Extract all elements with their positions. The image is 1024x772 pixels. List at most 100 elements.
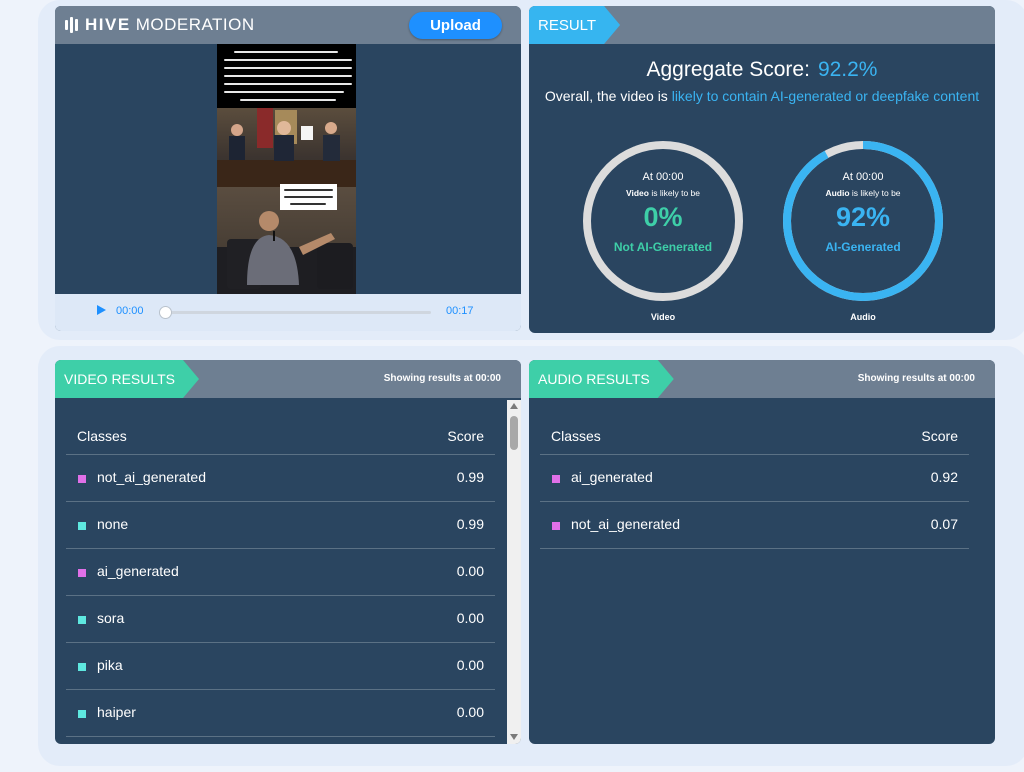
scroll-up-icon[interactable] — [510, 403, 518, 409]
video-showing-results: Showing results at 00:00 — [384, 373, 501, 384]
video-results-rows: not_ai_generated 0.99 none 0.99 ai_generated… — [66, 455, 495, 737]
class-color-swatch — [78, 663, 86, 671]
video-results-scrollbar[interactable] — [507, 400, 521, 744]
video-gauge-label: Not AI-Generated — [613, 240, 713, 254]
class-color-swatch — [78, 569, 86, 577]
audio-gauge-percent: 92% — [835, 202, 891, 232]
class-score: 0.99 — [456, 516, 484, 532]
col-score: Score — [921, 428, 958, 444]
result-tag: RESULT — [529, 6, 620, 44]
result-panel: RESULT Aggregate Score: 92.2% Overall, th… — [529, 6, 995, 333]
video-gauge-likely: is likely to be — [648, 188, 701, 198]
video-scene-meeting — [217, 108, 356, 187]
logo-text-bold: HIVE — [85, 15, 131, 34]
class-name: none — [97, 516, 129, 532]
class-name: not_ai_generated — [571, 516, 680, 532]
table-row: pika 0.00 — [66, 643, 495, 690]
audio-results-table-header: Classes Score — [540, 416, 969, 455]
audio-results-rows: ai_generated 0.92 not_ai_generated 0.07 — [540, 455, 969, 549]
duration: 00:17 — [446, 305, 474, 317]
video-caption-overlay — [280, 184, 337, 210]
video-results-table-header: Classes Score — [66, 416, 495, 455]
class-name: sora — [97, 610, 125, 626]
class-color-swatch — [552, 475, 560, 483]
class-name: not_ai_generated — [97, 469, 206, 485]
video-showing-time: 00:00 — [475, 373, 501, 384]
audio-gauge-subtitle: Audio is likely to be — [780, 188, 946, 198]
audio-gauge-caption: Audio — [850, 312, 876, 322]
logo-text-light: MODERATION — [135, 15, 255, 34]
audio-gauge-label: AI-Generated — [825, 240, 901, 254]
audio-showing-prefix: Showing results at — [857, 373, 950, 384]
class-name: ai_generated — [571, 469, 653, 485]
video-gauge-content: At 00:00 Video is likely to be 0% Not AI… — [580, 138, 746, 304]
seek-bar-handle[interactable] — [159, 306, 172, 319]
video-showing-prefix: Showing results at — [383, 373, 476, 384]
audio-results-header: AUDIO RESULTS Showing results at 00:00 — [529, 360, 995, 398]
video-caption-text-block — [220, 48, 353, 109]
video-results-panel: VIDEO RESULTS Showing results at 00:00 C… — [55, 360, 521, 744]
overall-prefix: Overall, the video is — [544, 88, 672, 104]
overall-summary: Overall, the video is likely to contain … — [539, 86, 985, 107]
col-classes: Classes — [551, 428, 601, 444]
audio-gauge-time: At 00:00 — [842, 171, 884, 183]
player-header: HIVE MODERATION Upload — [55, 6, 521, 44]
scroll-down-icon[interactable] — [510, 734, 518, 740]
playback-controls: 00:00 00:17 — [55, 294, 521, 331]
class-score: 0.92 — [930, 469, 958, 485]
upload-button[interactable]: Upload — [409, 12, 502, 39]
class-color-swatch — [552, 522, 560, 530]
class-color-swatch — [78, 616, 86, 624]
audio-showing-results: Showing results at 00:00 — [858, 373, 975, 384]
table-row: haiper 0.00 — [66, 690, 495, 737]
class-color-swatch — [78, 475, 86, 483]
audio-gauge-content: At 00:00 Audio is likely to be 92% AI-Ge… — [780, 138, 946, 304]
class-name: haiper — [97, 704, 136, 720]
class-name: ai_generated — [97, 563, 179, 579]
class-name: pika — [97, 657, 123, 673]
audio-gauge-kind: Audio — [825, 188, 850, 198]
audio-results-tag: AUDIO RESULTS — [529, 360, 674, 398]
hive-logo-icon — [65, 17, 78, 33]
video-gauge-caption: Video — [650, 312, 676, 322]
class-score: 0.00 — [456, 563, 484, 579]
table-row: not_ai_generated 0.99 — [66, 455, 495, 502]
class-color-swatch — [78, 710, 86, 718]
col-score: Score — [447, 428, 484, 444]
audio-showing-time: 00:00 — [949, 373, 975, 384]
aggregate-label: Aggregate Score: — [646, 58, 810, 81]
video-gauge-kind: Video — [625, 188, 649, 198]
video-gauge-subtitle: Video is likely to be — [580, 188, 746, 198]
class-score: 0.07 — [930, 516, 958, 532]
video-gauge: At 00:00 Video is likely to be 0% Not AI… — [580, 138, 746, 304]
audio-results-table: Classes Score ai_generated 0.92 not_ai_gen… — [540, 416, 969, 549]
table-row: ai_generated 0.00 — [66, 549, 495, 596]
seek-bar[interactable] — [165, 311, 431, 314]
col-classes: Classes — [77, 428, 127, 444]
class-score: 0.00 — [456, 657, 484, 673]
table-row: not_ai_generated 0.07 — [540, 502, 969, 549]
table-row: none 0.99 — [66, 502, 495, 549]
current-time: 00:00 — [116, 305, 144, 317]
aggregate-score: Aggregate Score: 92.2% — [529, 58, 995, 82]
video-preview[interactable] — [217, 44, 356, 294]
table-row: sora 0.00 — [66, 596, 495, 643]
class-color-swatch — [78, 522, 86, 530]
video-gauge-percent: 0% — [643, 202, 683, 232]
overall-verdict-link: likely to contain AI-generated or deepfa… — [671, 88, 980, 104]
scrollbar-thumb[interactable] — [510, 416, 518, 450]
video-results-tag: VIDEO RESULTS — [55, 360, 199, 398]
result-header: RESULT — [529, 6, 995, 44]
hive-logo: HIVE MODERATION — [65, 15, 255, 35]
class-score: 0.00 — [456, 704, 484, 720]
video-results-table: Classes Score not_ai_generated 0.99 none 0.… — [66, 416, 495, 737]
video-gauge-time: At 00:00 — [642, 171, 684, 183]
audio-results-panel: AUDIO RESULTS Showing results at 00:00 C… — [529, 360, 995, 744]
video-player-panel: HIVE MODERATION Upload 00:00 00:17 — [55, 6, 521, 331]
video-results-header: VIDEO RESULTS Showing results at 00:00 — [55, 360, 521, 398]
play-icon[interactable] — [97, 305, 106, 315]
table-row: ai_generated 0.92 — [540, 455, 969, 502]
audio-gauge-likely: is likely to be — [849, 188, 901, 198]
audio-gauge: At 00:00 Audio is likely to be 92% AI-Ge… — [780, 138, 946, 304]
aggregate-value: 92.2% — [817, 58, 878, 81]
